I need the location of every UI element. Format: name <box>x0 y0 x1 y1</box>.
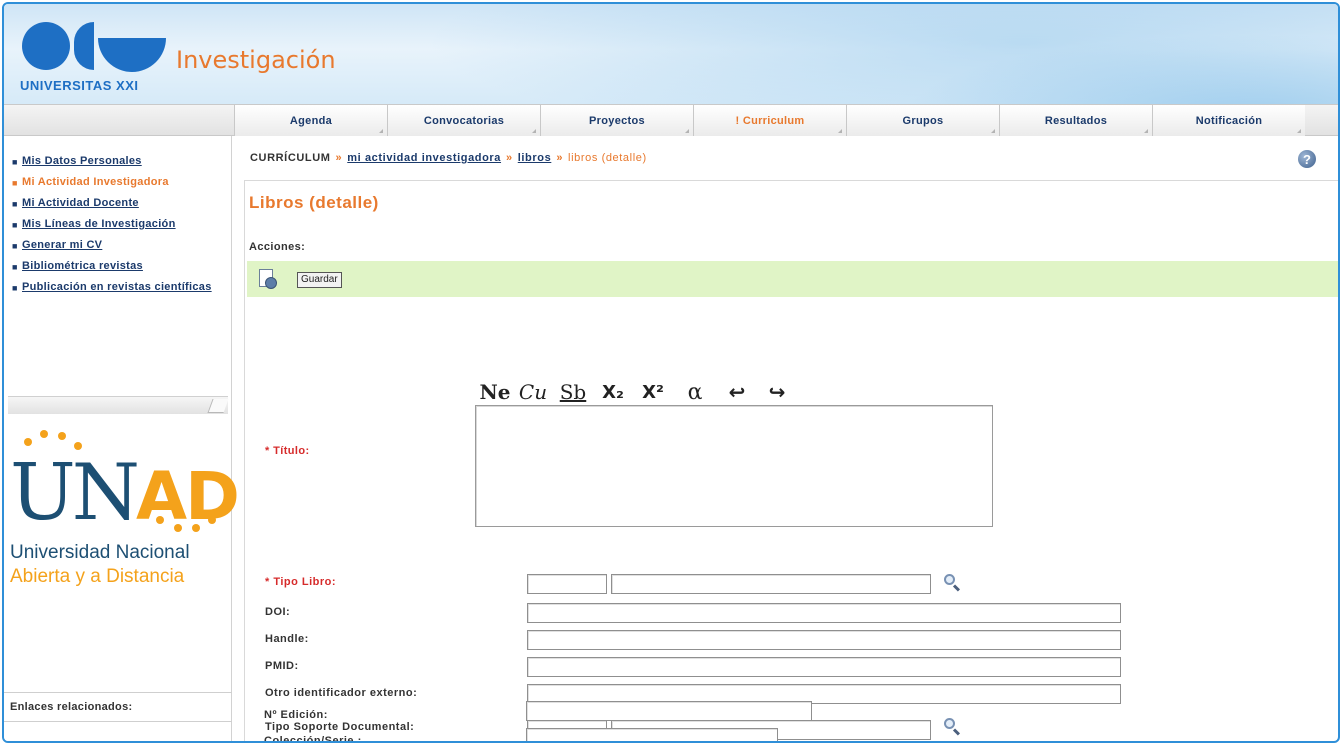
sidebar-item-label[interactable]: Mis Líneas de Investigación <box>22 217 176 233</box>
sidebar-item-lineas-investigacion[interactable]: ■ Mis Líneas de Investigación <box>12 217 231 233</box>
tipo-soporte-search-icon[interactable] <box>943 717 961 736</box>
sidebar-item-label[interactable]: Generar mi CV <box>22 238 102 254</box>
italic-button[interactable]: Cu <box>513 379 553 405</box>
pmid-label: PMID: <box>265 660 299 672</box>
sidebar-item-label[interactable]: Bibliométrica revistas <box>22 259 143 275</box>
sidebar-item-bibliometrica[interactable]: ■ Bibliométrica revistas <box>12 259 231 275</box>
tipo-libro-code-input[interactable] <box>527 574 607 594</box>
tab-proyectos[interactable]: Proyectos <box>540 105 693 136</box>
sidebar-item-label[interactable]: Publicación en revistas científicas <box>22 280 212 296</box>
titulo-editor[interactable] <box>475 405 993 527</box>
breadcrumb-separator: » <box>556 152 564 164</box>
superscript-button[interactable]: X² <box>633 379 673 405</box>
tab-label: Notificación <box>1195 114 1263 127</box>
tab-grupos[interactable]: Grupos <box>846 105 999 136</box>
subscript-button[interactable]: X₂ <box>593 379 633 405</box>
page-title: Libros (detalle) <box>249 193 379 212</box>
handle-input[interactable] <box>527 630 1121 650</box>
sidebar-item-actividad-docente[interactable]: ■ Mi Actividad Docente <box>12 196 231 212</box>
institution-name-line1: Universidad Nacional <box>10 542 190 563</box>
tab-label: Convocatorias <box>423 114 505 127</box>
tab-convocatorias[interactable]: Convocatorias <box>387 105 540 136</box>
action-bar: Guardar <box>247 261 1338 297</box>
doi-input[interactable] <box>527 603 1121 623</box>
sidebar-item-label[interactable]: Mi Actividad Investigadora <box>22 175 169 191</box>
related-links-label: Enlaces relacionados: <box>4 692 232 722</box>
breadcrumb-separator: » <box>335 152 343 164</box>
breadcrumb-separator: » <box>506 152 513 164</box>
page-fold-icon <box>207 399 229 413</box>
tab-label: ! Curriculum <box>735 114 805 127</box>
pmid-input[interactable] <box>527 657 1121 677</box>
app-window: UNIVERSITAS XXI Investigación Agenda Con… <box>2 2 1340 743</box>
universitas-logo[interactable]: UNIVERSITAS XXI <box>16 14 166 94</box>
coleccion-input[interactable] <box>526 728 778 741</box>
content-panel: Libros (detalle) Acciones: Guardar Ne Cu… <box>244 180 1338 741</box>
bold-button[interactable]: Ne <box>477 379 513 405</box>
special-character-button[interactable]: α <box>673 379 717 405</box>
breadcrumb-link-libros[interactable]: libros <box>518 152 552 164</box>
sidebar-menu: ■ Mis Datos Personales ■ Mi Actividad Inve… <box>4 136 231 296</box>
actions-label: Acciones: <box>249 241 306 253</box>
redo-icon[interactable]: ↪ <box>757 379 797 405</box>
tab-resultados[interactable]: Resultados <box>999 105 1152 136</box>
tipo-libro-label: * Tipo Libro: <box>265 576 337 588</box>
unad-logo: UNAD <box>10 420 240 590</box>
main-content: CURRÍCULUM » mi actividad investigadora » li… <box>236 136 1338 743</box>
doi-label: DOI: <box>265 606 291 618</box>
save-button[interactable]: Guardar <box>297 272 342 288</box>
tipo-libro-description-input[interactable] <box>611 574 931 594</box>
underline-button[interactable]: Sb <box>553 379 593 405</box>
editor-toolbar: Ne Cu Sb X₂ X² α ↩ ↪ <box>477 375 797 405</box>
tab-agenda[interactable]: Agenda <box>234 105 387 136</box>
header-banner: UNIVERSITAS XXI Investigación <box>4 4 1338 104</box>
unad-logo-letters-ad: AD <box>136 458 240 535</box>
sidebar-item-datos-personales[interactable]: ■ Mis Datos Personales <box>12 154 231 170</box>
tab-curriculum[interactable]: ! Curriculum <box>693 105 846 136</box>
breadcrumb-current: libros (detalle) <box>568 152 647 164</box>
undo-icon[interactable]: ↩ <box>717 379 757 405</box>
sidebar-item-actividad-investigadora[interactable]: ■ Mi Actividad Investigadora <box>12 175 231 191</box>
institution-name-line2: Abierta y a Distancia <box>10 566 185 587</box>
tab-label: Agenda <box>289 114 333 127</box>
breadcrumb-link-actividad[interactable]: mi actividad investigadora <box>347 152 501 164</box>
otro-identificador-label: Otro identificador externo: <box>265 687 418 699</box>
tipo-libro-search-icon[interactable] <box>943 573 961 592</box>
main-nav: Agenda Convocatorias Proyectos ! Curricu… <box>4 104 1338 136</box>
tab-label: Grupos <box>902 114 944 127</box>
unad-logo-letters-un: UN <box>10 448 140 538</box>
edicion-label: Nº Edición: <box>264 709 328 721</box>
sidebar: ■ Mis Datos Personales ■ Mi Actividad Inve… <box>4 136 240 741</box>
app-title: Investigación <box>176 46 336 74</box>
sidebar-item-label[interactable]: Mi Actividad Docente <box>22 196 139 212</box>
brand-name: UNIVERSITAS XXI <box>20 78 139 93</box>
coleccion-label: Colección/Serie : <box>264 735 362 743</box>
sidebar-item-publicacion-revistas[interactable]: ■ Publicación en revistas científicas <box>12 280 231 296</box>
help-icon[interactable]: ? <box>1298 150 1316 168</box>
handle-label: Handle: <box>265 633 309 645</box>
tab-label: Resultados <box>1044 114 1108 127</box>
tab-label: Proyectos <box>589 114 645 127</box>
edicion-input[interactable] <box>526 701 812 721</box>
tab-notificacion[interactable]: Notificación <box>1152 105 1305 136</box>
sidebar-item-label[interactable]: Mis Datos Personales <box>22 154 142 170</box>
save-icon[interactable] <box>257 268 279 290</box>
breadcrumb: CURRÍCULUM » mi actividad investigadora » li… <box>250 152 647 164</box>
sidebar-divider <box>8 396 229 414</box>
titulo-label: * Título: <box>265 445 310 457</box>
breadcrumb-root: CURRÍCULUM <box>250 152 331 164</box>
tipo-soporte-label: Tipo Soporte Documental: <box>265 721 415 733</box>
sidebar-item-generar-cv[interactable]: ■ Generar mi CV <box>12 238 231 254</box>
